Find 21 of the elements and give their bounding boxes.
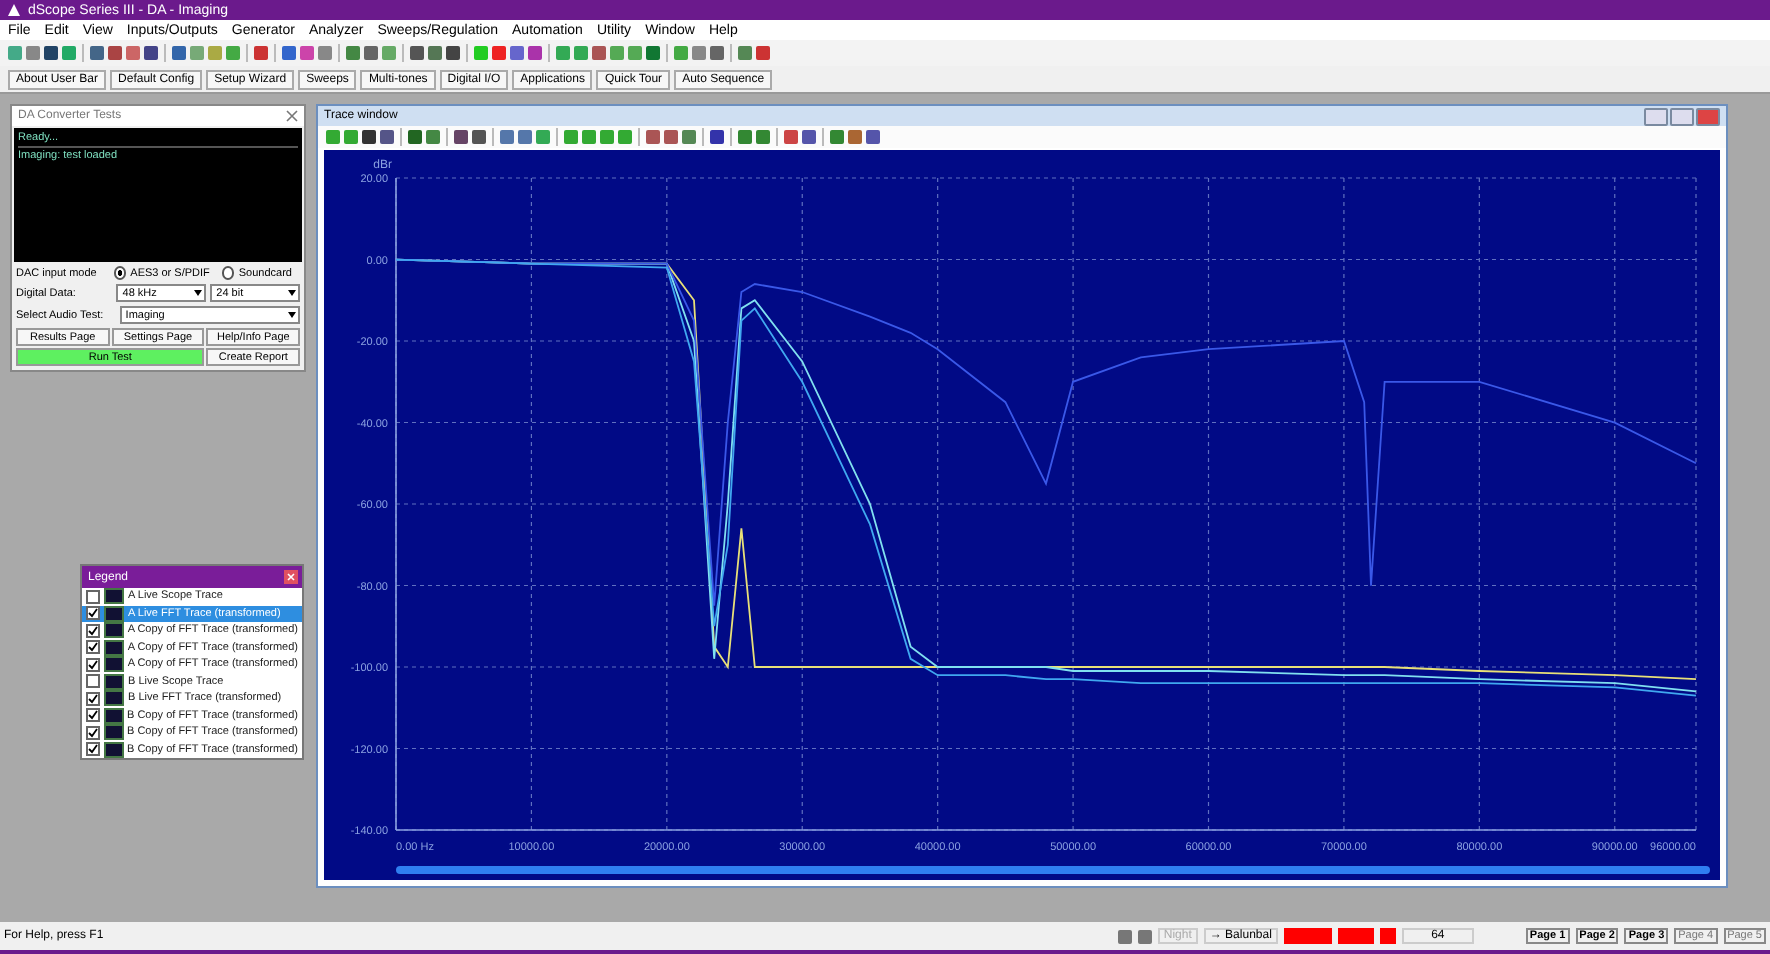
checkbox[interactable]	[86, 640, 100, 655]
checkbox[interactable]	[86, 589, 100, 604]
status-indicator	[1337, 928, 1374, 944]
checkbox[interactable]	[86, 742, 100, 757]
checkbox[interactable]	[86, 725, 100, 740]
checkbox[interactable]	[86, 623, 100, 638]
checkbox[interactable]	[86, 674, 100, 689]
maximize-button[interactable]	[1670, 107, 1694, 126]
status-indicator	[1283, 928, 1332, 944]
minimize-button[interactable]	[1644, 107, 1668, 126]
status-indicator	[1379, 928, 1396, 944]
radio-button[interactable]	[113, 266, 127, 280]
app-icon	[8, 4, 20, 16]
checkbox[interactable]	[86, 708, 100, 723]
scrollbar[interactable]	[396, 866, 1710, 874]
close-icon[interactable]	[286, 110, 298, 122]
checkbox[interactable]	[86, 691, 100, 706]
checkbox[interactable]	[86, 606, 100, 621]
close-button[interactable]	[1696, 107, 1720, 126]
radio-button[interactable]	[221, 266, 235, 280]
checkbox[interactable]	[86, 657, 100, 672]
